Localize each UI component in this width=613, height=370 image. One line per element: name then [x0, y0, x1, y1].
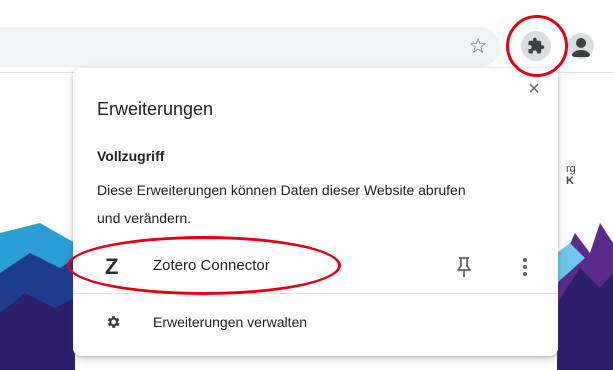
profile-avatar-icon[interactable]: [568, 33, 594, 59]
close-icon[interactable]: ×: [522, 77, 546, 101]
manage-extensions-row[interactable]: Erweiterungen verwalten: [73, 300, 558, 344]
popup-title: Erweiterungen: [97, 99, 214, 119]
more-options-icon[interactable]: [519, 255, 531, 279]
divider: [73, 293, 558, 294]
person-icon: [571, 38, 591, 57]
pin-icon[interactable]: [453, 255, 475, 279]
puzzle-icon: [528, 37, 545, 54]
browser-toolbar: ☆: [0, 0, 613, 72]
full-access-heading: Vollzugriff: [97, 148, 165, 164]
extension-name[interactable]: Zotero Connector: [153, 257, 270, 274]
address-bar[interactable]: [0, 27, 500, 67]
gear-icon: [107, 316, 120, 328]
zotero-icon: Z: [105, 254, 119, 279]
page-side-text: rg K: [566, 163, 576, 187]
extensions-puzzle-icon[interactable]: [521, 31, 551, 61]
extension-row-zotero[interactable]: Z Zotero Connector: [73, 244, 558, 290]
bookmark-star-icon[interactable]: ☆: [465, 34, 491, 60]
manage-extensions-label[interactable]: Erweiterungen verwalten: [153, 314, 307, 330]
extensions-popup: Erweiterungen × Vollzugriff Diese Erweit…: [73, 68, 558, 356]
full-access-description: Diese Erweiterungen können Daten dieser …: [97, 182, 466, 226]
